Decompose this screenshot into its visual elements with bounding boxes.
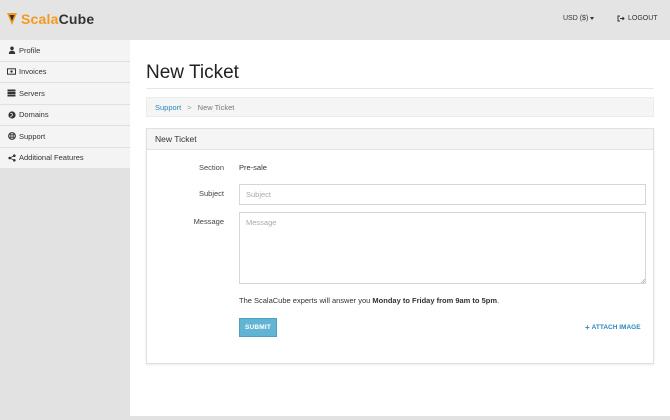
submit-label: SUBMIT	[244, 324, 272, 331]
panel-heading: New Ticket	[147, 129, 653, 150]
attach-image-label: ATTACH IMAGE	[591, 324, 641, 331]
money-icon	[7, 67, 16, 76]
sidebar: Profile Invoices Servers Domains Support…	[0, 40, 130, 420]
message-textarea[interactable]	[239, 212, 646, 284]
caret-down-icon	[590, 17, 595, 20]
main-content: New Ticket Support > New Ticket New Tick…	[130, 40, 670, 416]
breadcrumb-support-link[interactable]: Support	[155, 103, 181, 112]
plus-icon: +	[585, 323, 590, 332]
message-label: Message	[193, 217, 224, 226]
submit-button[interactable]: SUBMIT	[239, 318, 277, 337]
page-title: New Ticket	[146, 62, 239, 83]
breadcrumb-current: New Ticket	[197, 102, 235, 112]
section-value: Pre-sale	[239, 163, 267, 172]
sidebar-item-additional-features[interactable]: Additional Features	[0, 147, 130, 169]
sidebar-item-label: Domains	[19, 110, 49, 120]
breadcrumb-separator: >	[187, 102, 192, 112]
user-icon	[7, 46, 16, 55]
sidebar-item-invoices[interactable]: Invoices	[0, 61, 130, 83]
subject-input[interactable]	[239, 184, 646, 205]
sidebar-item-domains[interactable]: Domains	[0, 104, 130, 126]
attach-image-button[interactable]: + ATTACH IMAGE	[585, 323, 641, 332]
title-divider	[146, 88, 654, 89]
sidebar-item-label: Servers	[19, 88, 45, 98]
breadcrumb: Support > New Ticket	[146, 97, 654, 117]
sidebar-item-servers[interactable]: Servers	[0, 83, 130, 105]
new-ticket-panel: New Ticket Section Pre-sale Subject Mess…	[146, 128, 654, 364]
sidebar-item-label: Profile	[19, 45, 41, 55]
subject-label: Subject	[198, 189, 224, 198]
currency-label: USD ($)	[563, 15, 589, 22]
sidebar-item-support[interactable]: Support	[0, 126, 130, 148]
section-label: Section	[198, 163, 224, 172]
sidebar-item-label: Invoices	[19, 67, 47, 77]
currency-dropdown[interactable]: USD ($)	[563, 15, 595, 22]
top-bar: ScalaCube USD ($) LOGOUT	[0, 0, 670, 40]
note-suffix: .	[497, 296, 500, 305]
support-hours-note: The ScalaCube experts will answer you Mo…	[239, 296, 499, 305]
logo[interactable]: ScalaCube	[7, 10, 94, 28]
logo-text: ScalaCube	[21, 11, 95, 27]
logout-label: LOGOUT	[628, 15, 658, 22]
sidebar-item-profile[interactable]: Profile	[0, 40, 130, 62]
logo-icon	[7, 13, 17, 25]
sidebar-item-label: Additional Features	[19, 153, 84, 163]
servers-icon	[7, 89, 16, 98]
sidebar-item-label: Support	[19, 131, 46, 141]
note-hours: Monday to Friday from 9am to 5pm	[372, 296, 498, 305]
sign-out-icon	[617, 15, 625, 22]
resize-grip-icon[interactable]	[641, 279, 645, 283]
logout-button[interactable]: LOGOUT	[617, 15, 658, 22]
lifebuoy-icon	[7, 132, 16, 141]
share-icon	[7, 153, 16, 162]
globe-icon	[7, 110, 16, 119]
note-prefix: The ScalaCube experts will answer you	[239, 296, 373, 305]
